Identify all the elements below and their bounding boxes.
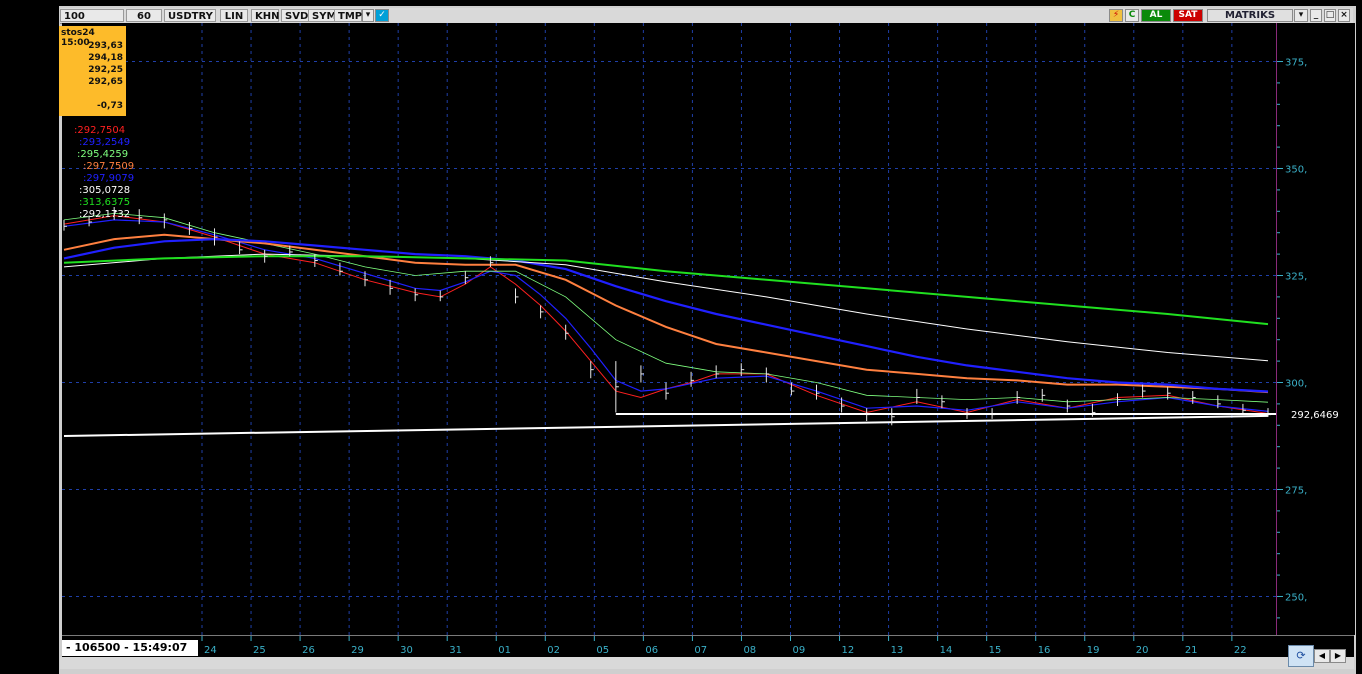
price-chart[interactable]: [62, 23, 1276, 635]
scroll-strip[interactable]: ⟳ ◀ ▶: [60, 645, 1354, 669]
x-tick-label: 05: [596, 645, 609, 656]
y-tick-label: 300,: [1285, 378, 1307, 389]
menu-icon[interactable]: ▾: [1294, 9, 1308, 22]
y-tick-label: 350,: [1285, 165, 1307, 176]
x-tick-label: 02: [547, 645, 560, 656]
plot-area[interactable]: [62, 23, 1276, 635]
series-line-4: [63, 237, 1269, 393]
x-tick-label: 13: [891, 645, 904, 656]
legend-item: :292,7504: [74, 125, 126, 136]
scroll-mode-icon[interactable]: ⟳: [1288, 645, 1314, 667]
dropdown-arrow-icon[interactable]: ▾: [362, 9, 374, 22]
last-price-label: 292,6469: [1291, 410, 1339, 421]
legend-item: :313,6375: [79, 197, 131, 208]
x-tick-label: 24: [204, 645, 217, 656]
scroll-right-icon[interactable]: ▶: [1330, 649, 1346, 663]
lin-button[interactable]: LIN: [220, 9, 248, 22]
x-tick-label: 22: [1234, 645, 1247, 656]
x-tick-label: 21: [1185, 645, 1198, 656]
x-tick-label: 12: [842, 645, 855, 656]
legend-item: :292,1732: [79, 209, 131, 220]
lightning-icon[interactable]: ⚡: [1109, 9, 1123, 22]
price-axis-svg: 375, 350, 325, 300, 275, 250, 292,6469: [1277, 58, 1355, 619]
period-select[interactable]: 60: [126, 9, 162, 22]
legend-item: :297,9079: [83, 173, 135, 184]
info-change: -0,73: [97, 101, 123, 111]
x-tick-label: 31: [449, 645, 462, 656]
scroll-left-icon[interactable]: ◀: [1314, 649, 1330, 663]
y-tick-label: 375,: [1285, 58, 1307, 69]
x-tick-label: 20: [1136, 645, 1149, 656]
status-readout: - 106500 - 15:49:07: [62, 640, 198, 656]
x-tick-label: 09: [792, 645, 805, 656]
legend-item: :297,7509: [83, 161, 135, 172]
maximize-icon[interactable]: □: [1324, 9, 1336, 22]
x-tick-label: 07: [694, 645, 707, 656]
legend-item: :295,4259: [77, 149, 129, 160]
info-open: 293,63: [88, 41, 123, 51]
ohlc-info-box: stos24 15:00 293,63 294,18 292,25 292,65…: [59, 26, 126, 116]
minimize-icon[interactable]: _: [1310, 9, 1322, 22]
legend-item: :305,0728: [79, 185, 131, 196]
x-tick-label: 01: [498, 645, 511, 656]
x-tick-label: 16: [1038, 645, 1051, 656]
legend-item: :293,2549: [79, 137, 131, 148]
sell-button[interactable]: SAT: [1173, 9, 1203, 22]
tmp-button[interactable]: TMP: [334, 9, 362, 22]
x-tick-label: 25: [253, 645, 266, 656]
y-tick-label: 325,: [1285, 272, 1307, 283]
toolbar: 100 60 USDTRY LIN KHN SVD SYM TMP ▾ ✓ ⚡ …: [60, 8, 1353, 24]
time-axis[interactable]: 24 25 26 29 30 31 01 02 05 06 07 08 09 12 13 14 15 16 19 20…: [62, 635, 1354, 658]
series-line-7: [63, 414, 1269, 437]
x-tick-label: 19: [1087, 645, 1100, 656]
twitter-icon[interactable]: ✓: [375, 9, 389, 22]
series-line-3: [63, 233, 1269, 394]
x-tick-label: 15: [989, 645, 1002, 656]
svd-button[interactable]: SVD: [281, 9, 309, 22]
close-icon[interactable]: ×: [1338, 9, 1350, 22]
price-axis[interactable]: 375, 350, 325, 300, 275, 250, 292,6469: [1276, 23, 1355, 635]
x-tick-label: 14: [940, 645, 953, 656]
x-tick-label: 06: [645, 645, 658, 656]
info-high: 294,18: [88, 53, 123, 63]
x-tick-label: 26: [302, 645, 315, 656]
x-tick-label: 08: [743, 645, 756, 656]
y-tick-label: 275,: [1285, 485, 1307, 496]
refresh-icon[interactable]: C: [1125, 9, 1139, 22]
brand-logo: MATRIKS: [1207, 9, 1293, 22]
info-close: 292,65: [88, 77, 123, 87]
x-tick-label: 29: [351, 645, 364, 656]
symbol-select[interactable]: USDTRY: [164, 9, 216, 22]
field-left[interactable]: 100: [60, 9, 124, 22]
khn-button[interactable]: KHN: [251, 9, 280, 22]
x-tick-label: 30: [400, 645, 413, 656]
sym-button[interactable]: SYM: [308, 9, 336, 22]
info-low: 292,25: [88, 65, 123, 75]
y-tick-label: 250,: [1285, 592, 1307, 603]
buy-button[interactable]: AL: [1141, 9, 1171, 22]
time-axis-svg: 24 25 26 29 30 31 01 02 05 06 07 08 09 12 13 14 15 16 19 20…: [201, 636, 1247, 656]
series-line-6: [63, 255, 1269, 326]
